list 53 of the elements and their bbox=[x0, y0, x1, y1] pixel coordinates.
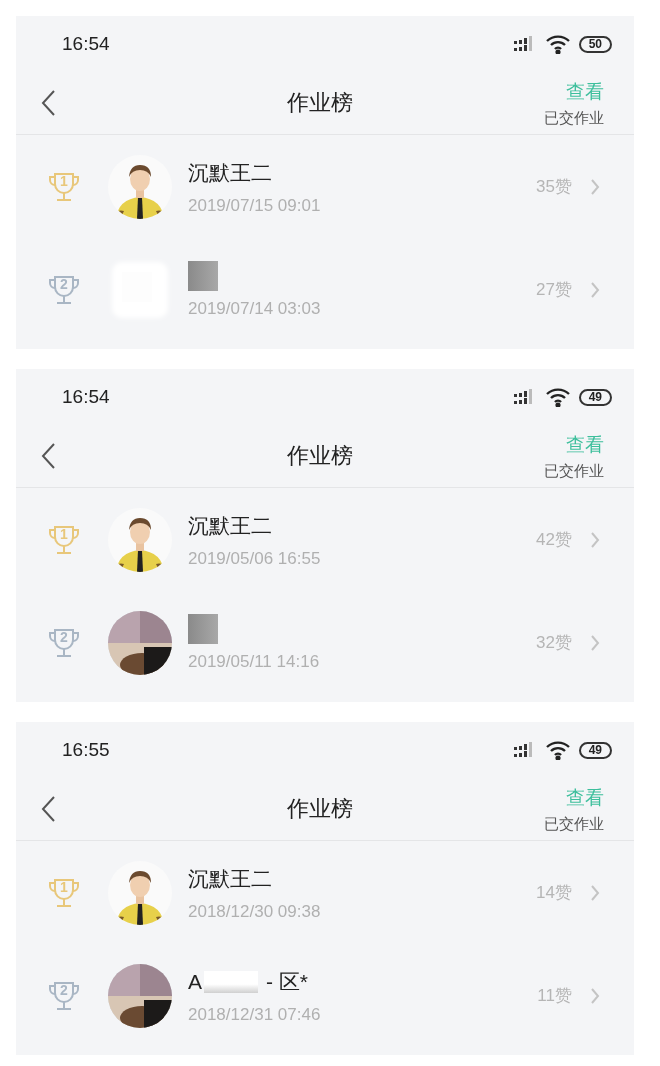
page-title: 作业榜 bbox=[286, 795, 354, 823]
submitted-homework-label: 已交作业 bbox=[544, 108, 604, 128]
wifi-icon bbox=[544, 740, 571, 760]
rank-number: 2 bbox=[59, 628, 69, 645]
user-name: - 区* bbox=[266, 968, 308, 995]
date-text: 2018/12/31 07:46 bbox=[188, 1004, 322, 1025]
user-name: 沉默王二 bbox=[188, 159, 272, 186]
view-link[interactable]: 查看 bbox=[566, 431, 604, 458]
back-icon[interactable] bbox=[40, 795, 56, 823]
likes-count: 27赞 bbox=[536, 279, 572, 301]
rank-number: 2 bbox=[59, 981, 69, 998]
likes-count: 11赞 bbox=[537, 985, 572, 1007]
user-name: 沉默王二 bbox=[188, 512, 272, 539]
rank-number: 2 bbox=[59, 275, 69, 292]
submitted-homework-label: 已交作业 bbox=[544, 461, 604, 481]
chevron-right-icon[interactable] bbox=[590, 530, 600, 549]
chevron-right-icon[interactable] bbox=[590, 986, 600, 1005]
status-time: 16:54 bbox=[62, 386, 111, 408]
redaction-block bbox=[188, 260, 218, 291]
view-link[interactable]: 查看 bbox=[566, 78, 604, 105]
battery-level: 49 bbox=[578, 741, 612, 759]
back-icon[interactable] bbox=[40, 442, 56, 470]
date-text: 2018/12/30 09:38 bbox=[188, 901, 322, 922]
user-name: 沉默王二 bbox=[188, 865, 272, 892]
chevron-right-icon[interactable] bbox=[590, 177, 600, 196]
chevron-right-icon[interactable] bbox=[590, 883, 600, 902]
date-text: 2019/07/15 09:01 bbox=[188, 195, 322, 216]
chevron-right-icon[interactable] bbox=[590, 633, 600, 652]
submitted-homework-label: 已交作业 bbox=[544, 814, 604, 834]
chevron-right-icon[interactable] bbox=[590, 280, 600, 299]
rank-number: 1 bbox=[59, 525, 69, 542]
redaction-block bbox=[204, 970, 258, 993]
page-title: 作业榜 bbox=[286, 442, 354, 470]
likes-count: 42赞 bbox=[536, 529, 572, 551]
date-text: 2019/05/06 16:55 bbox=[188, 548, 322, 569]
back-icon[interactable] bbox=[40, 89, 56, 117]
battery-level: 50 bbox=[578, 35, 612, 53]
page-title: 作业榜 bbox=[286, 89, 354, 117]
rank-number: 1 bbox=[59, 172, 69, 189]
likes-count: 14赞 bbox=[536, 882, 572, 904]
redaction-block bbox=[188, 613, 218, 644]
status-time: 16:54 bbox=[62, 33, 111, 55]
wifi-icon bbox=[544, 387, 571, 407]
likes-count: 35赞 bbox=[536, 176, 572, 198]
rank-number: 1 bbox=[59, 878, 69, 895]
view-link[interactable]: 查看 bbox=[566, 784, 604, 811]
likes-count: 32赞 bbox=[536, 632, 572, 654]
wifi-icon bbox=[544, 34, 571, 54]
user-name: A bbox=[188, 969, 202, 994]
date-text: 2019/05/11 14:16 bbox=[188, 651, 321, 672]
battery-level: 49 bbox=[578, 388, 612, 406]
status-time: 16:55 bbox=[62, 739, 111, 761]
date-text: 2019/07/14 03:03 bbox=[188, 298, 322, 319]
